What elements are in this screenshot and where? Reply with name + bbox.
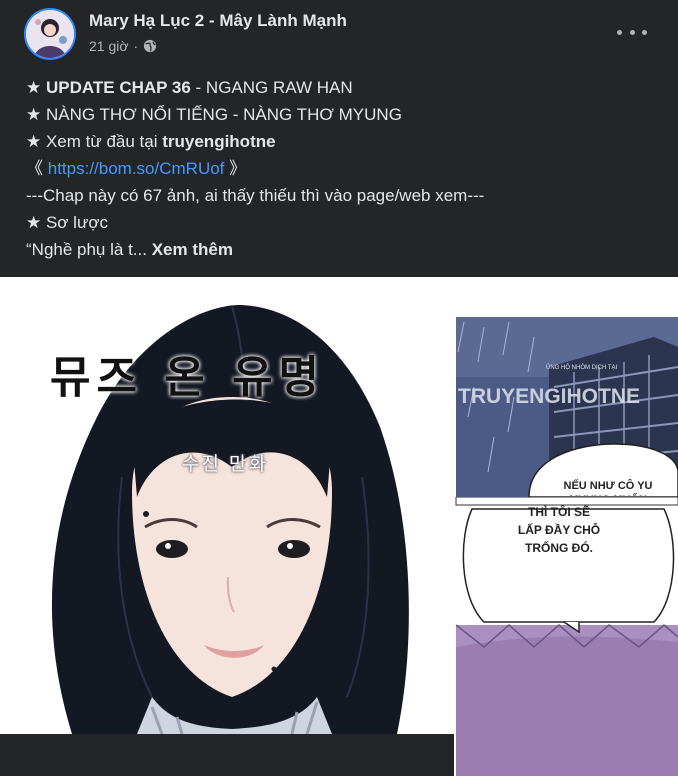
- cover-author: 수진 만화: [182, 453, 268, 475]
- bubble-1-text: NẾU NHƯ CÔ YU MYUNG MUỐN: [563, 480, 653, 496]
- post-text: ★ UPDATE CHAP 36 - NGANG RAW HAN ★ NÀNG …: [26, 74, 666, 263]
- more-dot: [629, 29, 635, 35]
- text-line-5: ---Chap này có 67 ảnh, ai thấy thiếu thì…: [26, 186, 485, 205]
- more-options-button[interactable]: [617, 22, 647, 42]
- preview-image-1[interactable]: ỦNG HỘ NHÓM DỊCH TẠI TRUYENGIHOTNE NẾU N…: [454, 277, 678, 776]
- author-avatar[interactable]: [24, 8, 76, 60]
- site-name: truyengihotne: [162, 132, 276, 151]
- globe-icon: [144, 39, 157, 53]
- post-images: 뮤즈 온 유명 수진 만화 ỦNG HỘ NHÓM DỊCH TẠI TRUYE…: [0, 277, 678, 776]
- watermark-small-text: ỦNG HỘ NHÓM DỊCH TẠI: [546, 365, 618, 371]
- text-line-2: ★ NÀNG THƠ NỔI TIẾNG - NÀNG THƠ MYUNG: [26, 105, 402, 124]
- bubble-2-line-2: LẤP ĐẦY CHỖ: [517, 523, 601, 537]
- bubble-2-line-1: THÌ TÔI SẼ: [527, 505, 590, 519]
- more-dot: [642, 29, 647, 35]
- author-name[interactable]: Mary Hạ Lục 2 - Mây Lành Mạnh: [89, 11, 347, 31]
- text-line-4: 《 https://bom.so/CmRUof 》: [26, 155, 666, 182]
- meta-separator: ·: [133, 38, 139, 54]
- bracket-open: 《: [26, 159, 48, 178]
- read-from-start-text: ★ Xem từ đầu tại: [26, 132, 163, 151]
- bubble-2-text: THÌ TÔI SẼ LẤP ĐẦY CHỖ TRỐNG ĐÓ.: [494, 503, 624, 557]
- cover-image[interactable]: 뮤즈 온 유명 수진 만화: [2, 277, 451, 734]
- bracket-close: 》: [224, 159, 247, 178]
- avatar-image: [26, 10, 74, 58]
- facebook-post: Mary Hạ Lục 2 - Mây Lành Mạnh 21 giờ · ★…: [0, 0, 678, 776]
- text-line-7: “Nghề phụ là t... Xem thêm: [26, 236, 666, 263]
- update-chapter-text: UPDATE CHAP 36: [45, 78, 191, 97]
- summary-text: “Nghề phụ là t...: [26, 240, 152, 259]
- star-bullet: ★: [26, 78, 46, 97]
- text-line-6: ★ Sơ lược: [26, 213, 108, 232]
- cover-title: 뮤즈 온 유명: [50, 352, 326, 403]
- text-line-3: ★ Xem từ đầu tại truyengihotne: [26, 128, 666, 155]
- see-more-button[interactable]: Xem thêm: [152, 240, 233, 259]
- more-dot: [617, 29, 622, 35]
- post-header: Mary Hạ Lục 2 - Mây Lành Mạnh 21 giờ ·: [0, 0, 678, 66]
- post-time[interactable]: 21 giờ: [89, 38, 129, 54]
- post-meta: 21 giờ ·: [89, 38, 157, 54]
- bubble-2-line-3: TRỐNG ĐÓ.: [525, 541, 593, 555]
- chapter-link[interactable]: https://bom.so/CmRUof: [48, 159, 225, 178]
- text-line-1: ★ UPDATE CHAP 36 - NGANG RAW HAN: [26, 74, 666, 101]
- raw-source-text: - NGANG RAW HAN: [190, 78, 353, 97]
- watermark-text: TRUYENGIHOTNE: [458, 385, 641, 408]
